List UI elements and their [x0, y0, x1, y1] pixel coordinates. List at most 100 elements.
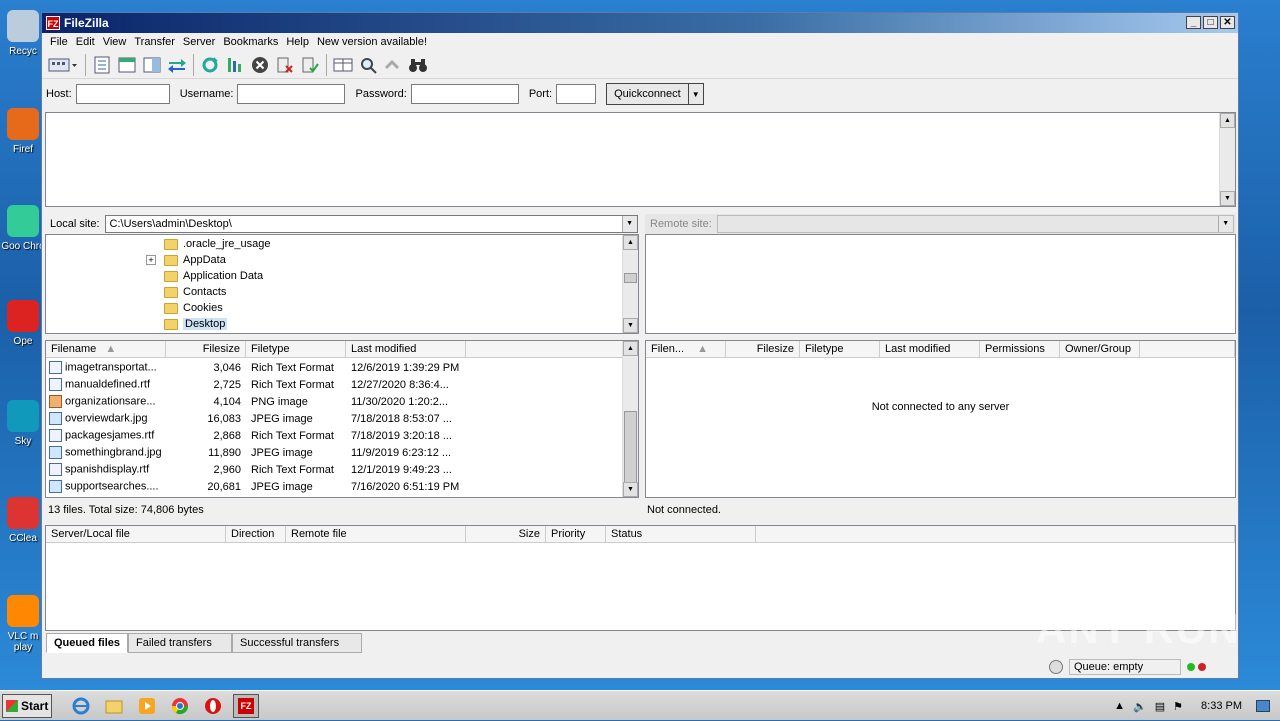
message-log[interactable]: ▲ ▼: [45, 112, 1236, 207]
desktop-icon[interactable]: Recyc: [0, 10, 46, 57]
port-input[interactable]: [556, 84, 597, 104]
queue-col-status[interactable]: Status: [606, 526, 756, 543]
minimize-button[interactable]: _: [1186, 16, 1201, 29]
tree-item[interactable]: .oracle_jre_usage: [146, 236, 270, 252]
file-row[interactable]: organizationsare... 4,104 PNG image 11/30/2…: [46, 393, 623, 410]
local-tree[interactable]: .oracle_jre_usage + AppData Application Dat…: [45, 234, 639, 334]
media-player-icon[interactable]: [134, 694, 160, 718]
queue-col-size[interactable]: Size: [466, 526, 546, 543]
tree-expander-icon[interactable]: [146, 319, 156, 329]
network-icon[interactable]: ▤: [1155, 700, 1165, 713]
quickconnect-dropdown[interactable]: ▼: [687, 83, 704, 105]
local-files-scrollbar[interactable]: ▲ ▼: [622, 341, 638, 497]
tree-expander-icon[interactable]: [146, 303, 156, 313]
opera-icon[interactable]: [200, 694, 226, 718]
action-center-flag-icon[interactable]: ⚑: [1173, 700, 1183, 713]
volume-icon[interactable]: 🔈: [1133, 700, 1147, 713]
disconnect-icon[interactable]: [274, 54, 296, 76]
toggle-local-tree-icon[interactable]: [116, 54, 138, 76]
toggle-remote-tree-icon[interactable]: [141, 54, 163, 76]
tree-item[interactable]: Application Data: [146, 268, 263, 284]
remote-col-owner-group[interactable]: Owner/Group: [1060, 341, 1140, 358]
remote-col-filesize[interactable]: Filesize: [726, 341, 800, 358]
host-input[interactable]: [75, 84, 170, 104]
ie-icon[interactable]: [68, 694, 94, 718]
menu-server[interactable]: Server: [179, 36, 219, 48]
queue-col-direction[interactable]: Direction: [226, 526, 286, 543]
col-filetype[interactable]: Filetype: [246, 341, 346, 358]
tray-expand-icon[interactable]: ▲: [1114, 700, 1125, 712]
close-button[interactable]: ✕: [1220, 16, 1235, 29]
remote-file-list[interactable]: Filen... ▲ Filesize Filetype Last modifi…: [645, 340, 1236, 498]
desktop-icon[interactable]: CClea: [0, 497, 46, 544]
show-desktop-icon[interactable]: [1256, 700, 1270, 712]
remote-col-permissions[interactable]: Permissions: [980, 341, 1060, 358]
desktop-icon[interactable]: Goo Chro: [0, 205, 46, 252]
menu-file[interactable]: File: [46, 36, 72, 48]
remote-col-last-modified[interactable]: Last modified: [880, 341, 980, 358]
col-last-modified[interactable]: Last modified: [346, 341, 466, 358]
file-row[interactable]: spanishdisplay.rtf 2,960 Rich Text Format 1…: [46, 461, 623, 478]
password-input[interactable]: [410, 84, 519, 104]
refresh-icon[interactable]: [199, 54, 221, 76]
maximize-button[interactable]: □: [1203, 16, 1218, 29]
username-input[interactable]: [237, 84, 346, 104]
tree-expander-icon[interactable]: +: [146, 255, 156, 265]
tree-expander-icon[interactable]: [146, 287, 156, 297]
desktop-icon[interactable]: VLC m play: [0, 595, 46, 653]
desktop-icon[interactable]: Firef: [0, 108, 46, 155]
tab-failed-transfers[interactable]: Failed transfers: [128, 633, 233, 653]
menu-help[interactable]: Help: [282, 36, 313, 48]
menu-view[interactable]: View: [99, 36, 131, 48]
tree-expander-icon[interactable]: [146, 239, 156, 249]
menu-bookmarks[interactable]: Bookmarks: [219, 36, 282, 48]
tree-item[interactable]: Desktop: [146, 316, 228, 332]
clock[interactable]: 8:33 PM: [1201, 700, 1242, 712]
queue-col-server-local-file[interactable]: Server/Local file: [46, 526, 226, 543]
remote-tree[interactable]: [645, 234, 1236, 334]
file-row[interactable]: packagesjames.rtf 2,868 Rich Text Format 7/…: [46, 427, 623, 444]
tree-expander-icon[interactable]: [146, 271, 156, 281]
title-bar[interactable]: FZ FileZilla _ □ ✕: [42, 13, 1238, 33]
local-file-list[interactable]: Filename ▲ Filesize Filetype Last modifi…: [45, 340, 639, 498]
remote-col-filetype[interactable]: Filetype: [800, 341, 880, 358]
toggle-queue-icon[interactable]: [166, 54, 188, 76]
tree-item[interactable]: Cookies: [146, 300, 223, 316]
menu-new-version[interactable]: New version available!: [313, 36, 431, 48]
desktop-icon[interactable]: Ope: [0, 300, 46, 347]
message-log-scrollbar[interactable]: ▲ ▼: [1219, 113, 1235, 206]
file-row[interactable]: imagetransportat... 3,046 Rich Text Format…: [46, 359, 623, 376]
chrome-icon[interactable]: [167, 694, 193, 718]
queue-col-remote-file[interactable]: Remote file: [286, 526, 466, 543]
tab-successful-transfers[interactable]: Successful transfers: [232, 633, 363, 653]
col-filesize[interactable]: Filesize: [166, 341, 246, 358]
file-row[interactable]: manualdefined.rtf 2,725 Rich Text Format 12…: [46, 376, 623, 393]
tab-queued-files[interactable]: Queued files: [46, 633, 129, 653]
sync-browse-icon[interactable]: [382, 54, 404, 76]
search-icon[interactable]: [357, 54, 379, 76]
quickconnect-button[interactable]: Quickconnect: [606, 83, 689, 105]
tree-item[interactable]: Contacts: [146, 284, 226, 300]
explorer-icon[interactable]: [101, 694, 127, 718]
process-queue-icon[interactable]: [224, 54, 246, 76]
reconnect-icon[interactable]: [299, 54, 321, 76]
file-row[interactable]: supportsearches.... 20,681 JPEG image 7/16/…: [46, 478, 623, 495]
cancel-icon[interactable]: [249, 54, 271, 76]
dir-compare-icon[interactable]: [332, 54, 354, 76]
remote-col-filename[interactable]: Filen... ▲: [646, 341, 726, 358]
tree-item[interactable]: + AppData: [146, 252, 226, 268]
start-button[interactable]: Start: [2, 693, 52, 718]
queue-col-priority[interactable]: Priority: [546, 526, 606, 543]
menu-edit[interactable]: Edit: [72, 36, 99, 48]
site-manager-icon[interactable]: [46, 54, 80, 76]
remote-site-path[interactable]: ▼: [716, 215, 1234, 233]
file-row[interactable]: overviewdark.jpg 16,083 JPEG image 7/18/201…: [46, 410, 623, 427]
find-binoculars-icon[interactable]: [407, 54, 429, 76]
filezilla-icon[interactable]: FZ: [233, 693, 259, 718]
col-filename[interactable]: Filename ▲: [46, 341, 166, 358]
local-site-path[interactable]: C:\Users\admin\Desktop\ ▼: [104, 215, 638, 233]
file-row[interactable]: somethingbrand.jpg 11,890 JPEG image 11/9/2…: [46, 444, 623, 461]
menu-transfer[interactable]: Transfer: [130, 36, 179, 48]
toggle-log-icon[interactable]: [91, 54, 113, 76]
desktop-icon[interactable]: Sky: [0, 400, 46, 447]
